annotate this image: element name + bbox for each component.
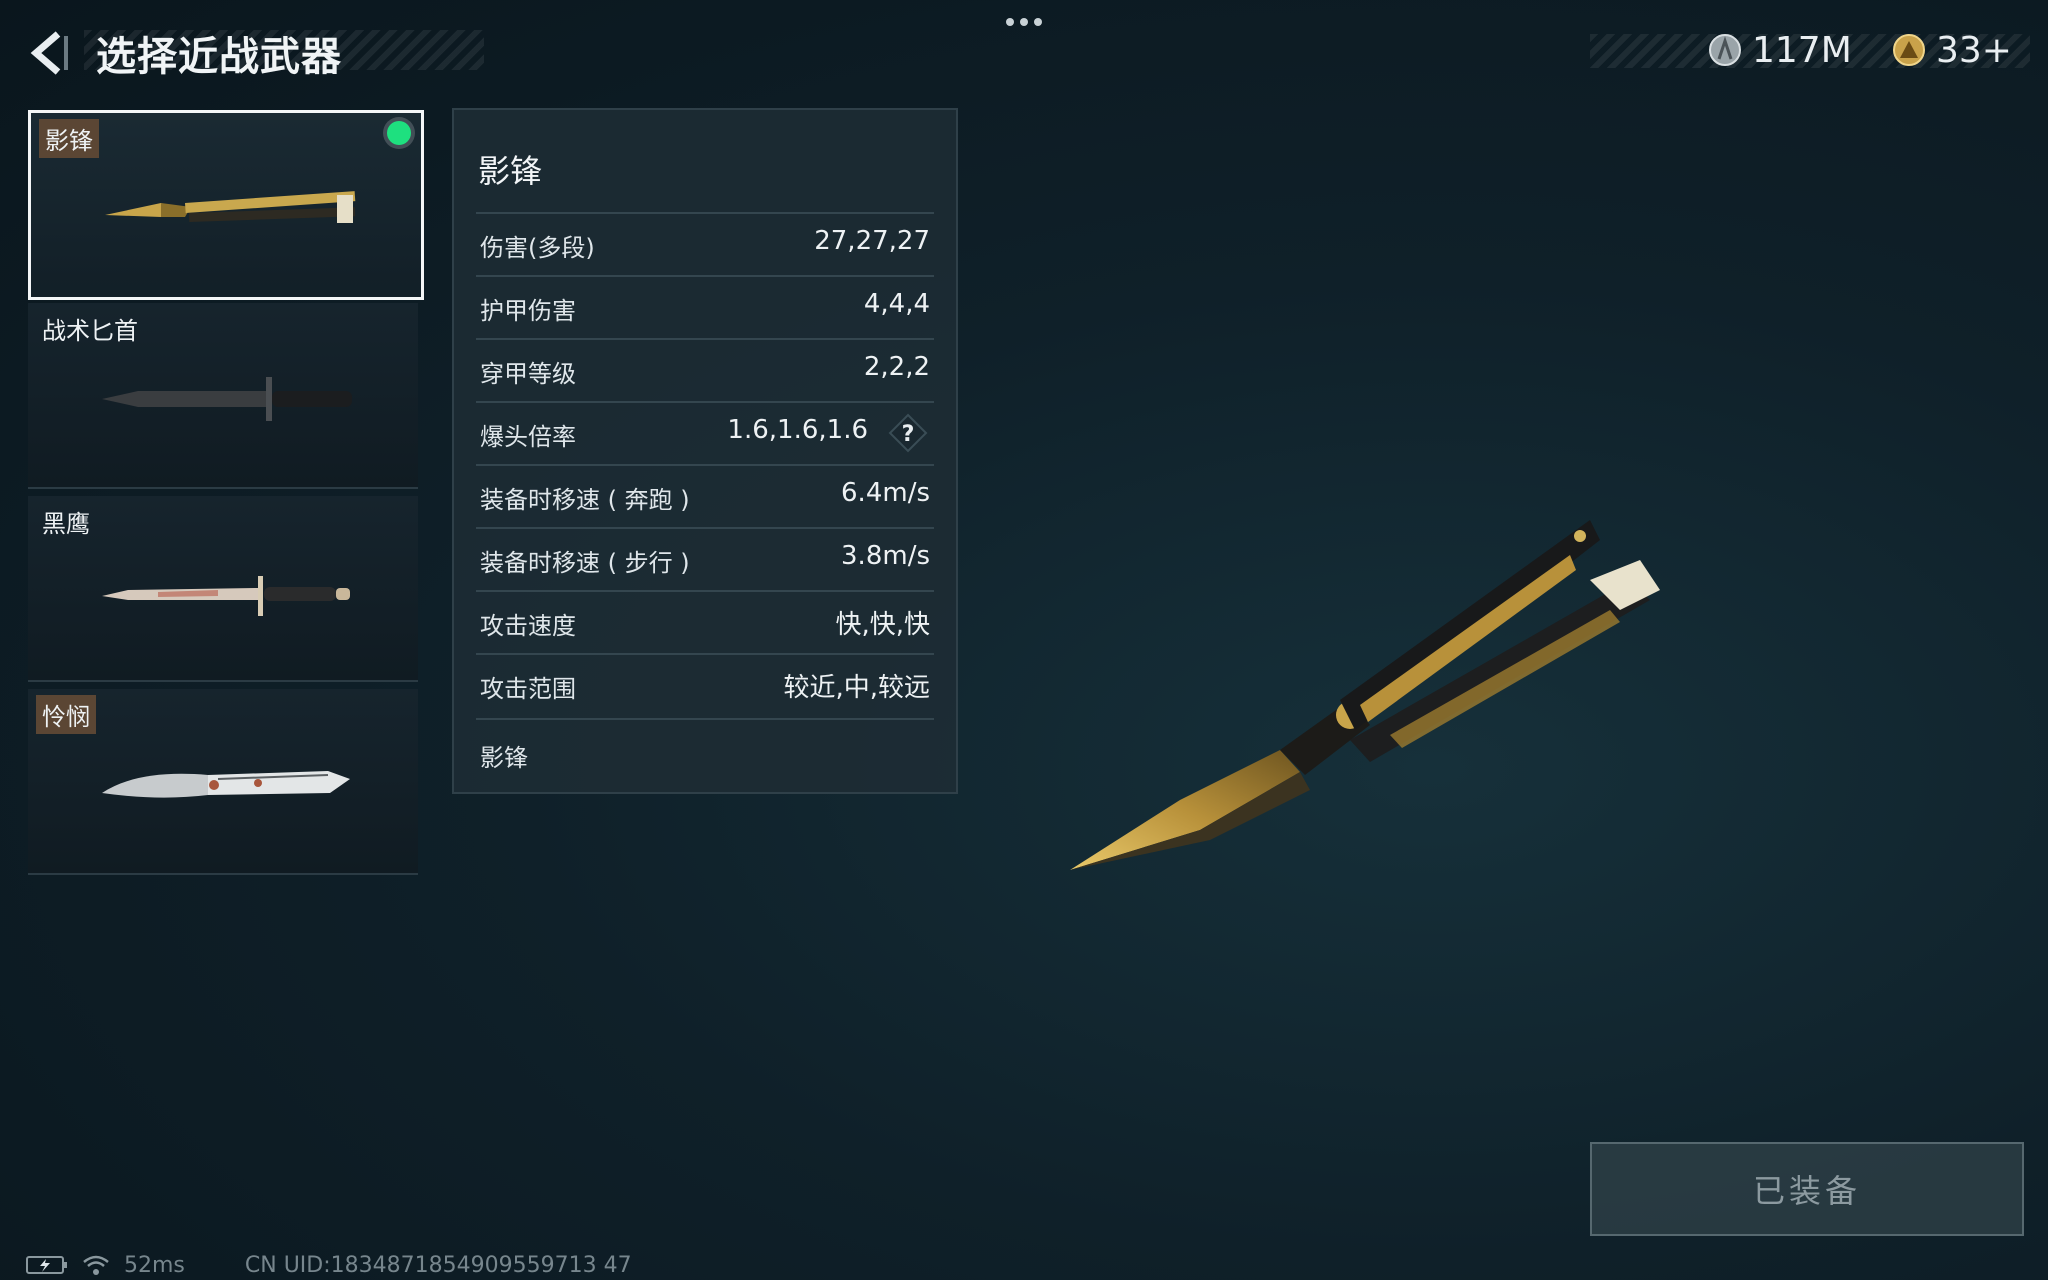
battery-icon <box>26 1256 67 1274</box>
status-bar: 52ms CN UID:1834871854909559713 47 <box>26 1252 632 1278</box>
back-arrow-icon[interactable] <box>24 28 72 78</box>
stat-label: 护甲伤害 <box>480 297 576 325</box>
stats-divider <box>476 718 934 720</box>
weapon-name: 战术匕首 <box>42 317 138 345</box>
stat-label: 装备时移速 ( 步行 ) <box>480 549 690 577</box>
help-symbol: ? <box>902 422 915 447</box>
weapon-stats-panel: 影锋 伤害(多段) 27,27,27 护甲伤害 4,4,4 穿甲等级 2,2,2… <box>452 108 958 794</box>
stat-label: 装备时移速 ( 奔跑 ) <box>480 486 690 514</box>
stat-value: 4,4,4 <box>863 289 930 319</box>
stat-row-walk-speed: 装备时移速 ( 步行 ) 3.8m/s <box>476 527 934 591</box>
weapon-name: 怜悯 <box>36 695 96 734</box>
weapon-card-yingfeng[interactable]: 影锋 <box>28 110 424 300</box>
mercy-knife-icon <box>102 771 350 798</box>
silver-amount: 117M <box>1752 29 1852 71</box>
stat-row-penetration: 穿甲等级 2,2,2 <box>476 338 934 402</box>
stat-value: 27,27,27 <box>814 226 930 256</box>
stat-label: 攻击范围 <box>480 675 576 703</box>
butterfly-knife-icon <box>105 191 356 223</box>
stat-row-armor-damage: 护甲伤害 4,4,4 <box>476 275 934 339</box>
stat-row-attack-speed: 攻击速度 快,快,快 <box>476 590 934 654</box>
weapon-name: 影锋 <box>39 119 99 158</box>
silver-coin-icon <box>1709 34 1741 66</box>
silver-currency: 117M <box>1708 26 1852 74</box>
weapon-card-black-eagle[interactable]: 黑鹰 <box>28 496 418 682</box>
stat-value: 2,2,2 <box>863 352 930 382</box>
stats-description: 影锋 <box>480 744 528 772</box>
stat-label: 攻击速度 <box>480 612 576 640</box>
stat-value: 快,快,快 <box>835 610 930 640</box>
weapon-preview-butterfly-knife[interactable] <box>1050 500 1670 890</box>
stats-weapon-title: 影锋 <box>478 152 543 190</box>
stat-row-damage: 伤害(多段) 27,27,27 <box>476 212 934 276</box>
stat-value: 1.6,1.6,1.6 <box>727 415 868 445</box>
more-options-icon[interactable] <box>1000 10 1048 34</box>
stat-value: 6.4m/s <box>841 478 930 508</box>
wifi-icon <box>83 1255 109 1275</box>
gold-currency[interactable]: 33+ <box>1892 26 2012 74</box>
stat-label: 爆头倍率 <box>480 423 576 451</box>
weapon-card-mercy[interactable]: 怜悯 <box>28 689 418 875</box>
stat-value: 较近,中,较远 <box>783 673 930 703</box>
help-icon[interactable]: ? <box>888 413 928 453</box>
stat-row-attack-range: 攻击范围 较近,中,较远 <box>476 653 934 717</box>
gold-coin-icon <box>1893 34 1925 66</box>
equipped-indicator <box>387 121 411 145</box>
weapon-card-tactical-dagger[interactable]: 战术匕首 <box>28 303 418 489</box>
uid-text: CN UID:1834871854909559713 47 <box>244 1252 632 1278</box>
stat-label: 穿甲等级 <box>480 360 576 388</box>
page-title: 选择近战武器 <box>96 34 342 80</box>
stat-row-headshot: 爆头倍率 1.6,1.6,1.6 ? <box>476 401 934 465</box>
stat-row-run-speed: 装备时移速 ( 奔跑 ) 6.4m/s <box>476 464 934 528</box>
stat-value: 3.8m/s <box>841 541 930 571</box>
equipped-button-label: 已装备 <box>1752 1172 1861 1210</box>
equipped-button[interactable]: 已装备 <box>1590 1142 2024 1236</box>
gold-amount: 33+ <box>1936 29 2012 71</box>
black-eagle-knife-icon <box>102 576 350 616</box>
ping-text: 52ms <box>124 1252 185 1278</box>
tactical-dagger-icon <box>102 377 352 421</box>
weapon-name: 黑鹰 <box>42 510 90 538</box>
stat-label: 伤害(多段) <box>480 234 595 262</box>
